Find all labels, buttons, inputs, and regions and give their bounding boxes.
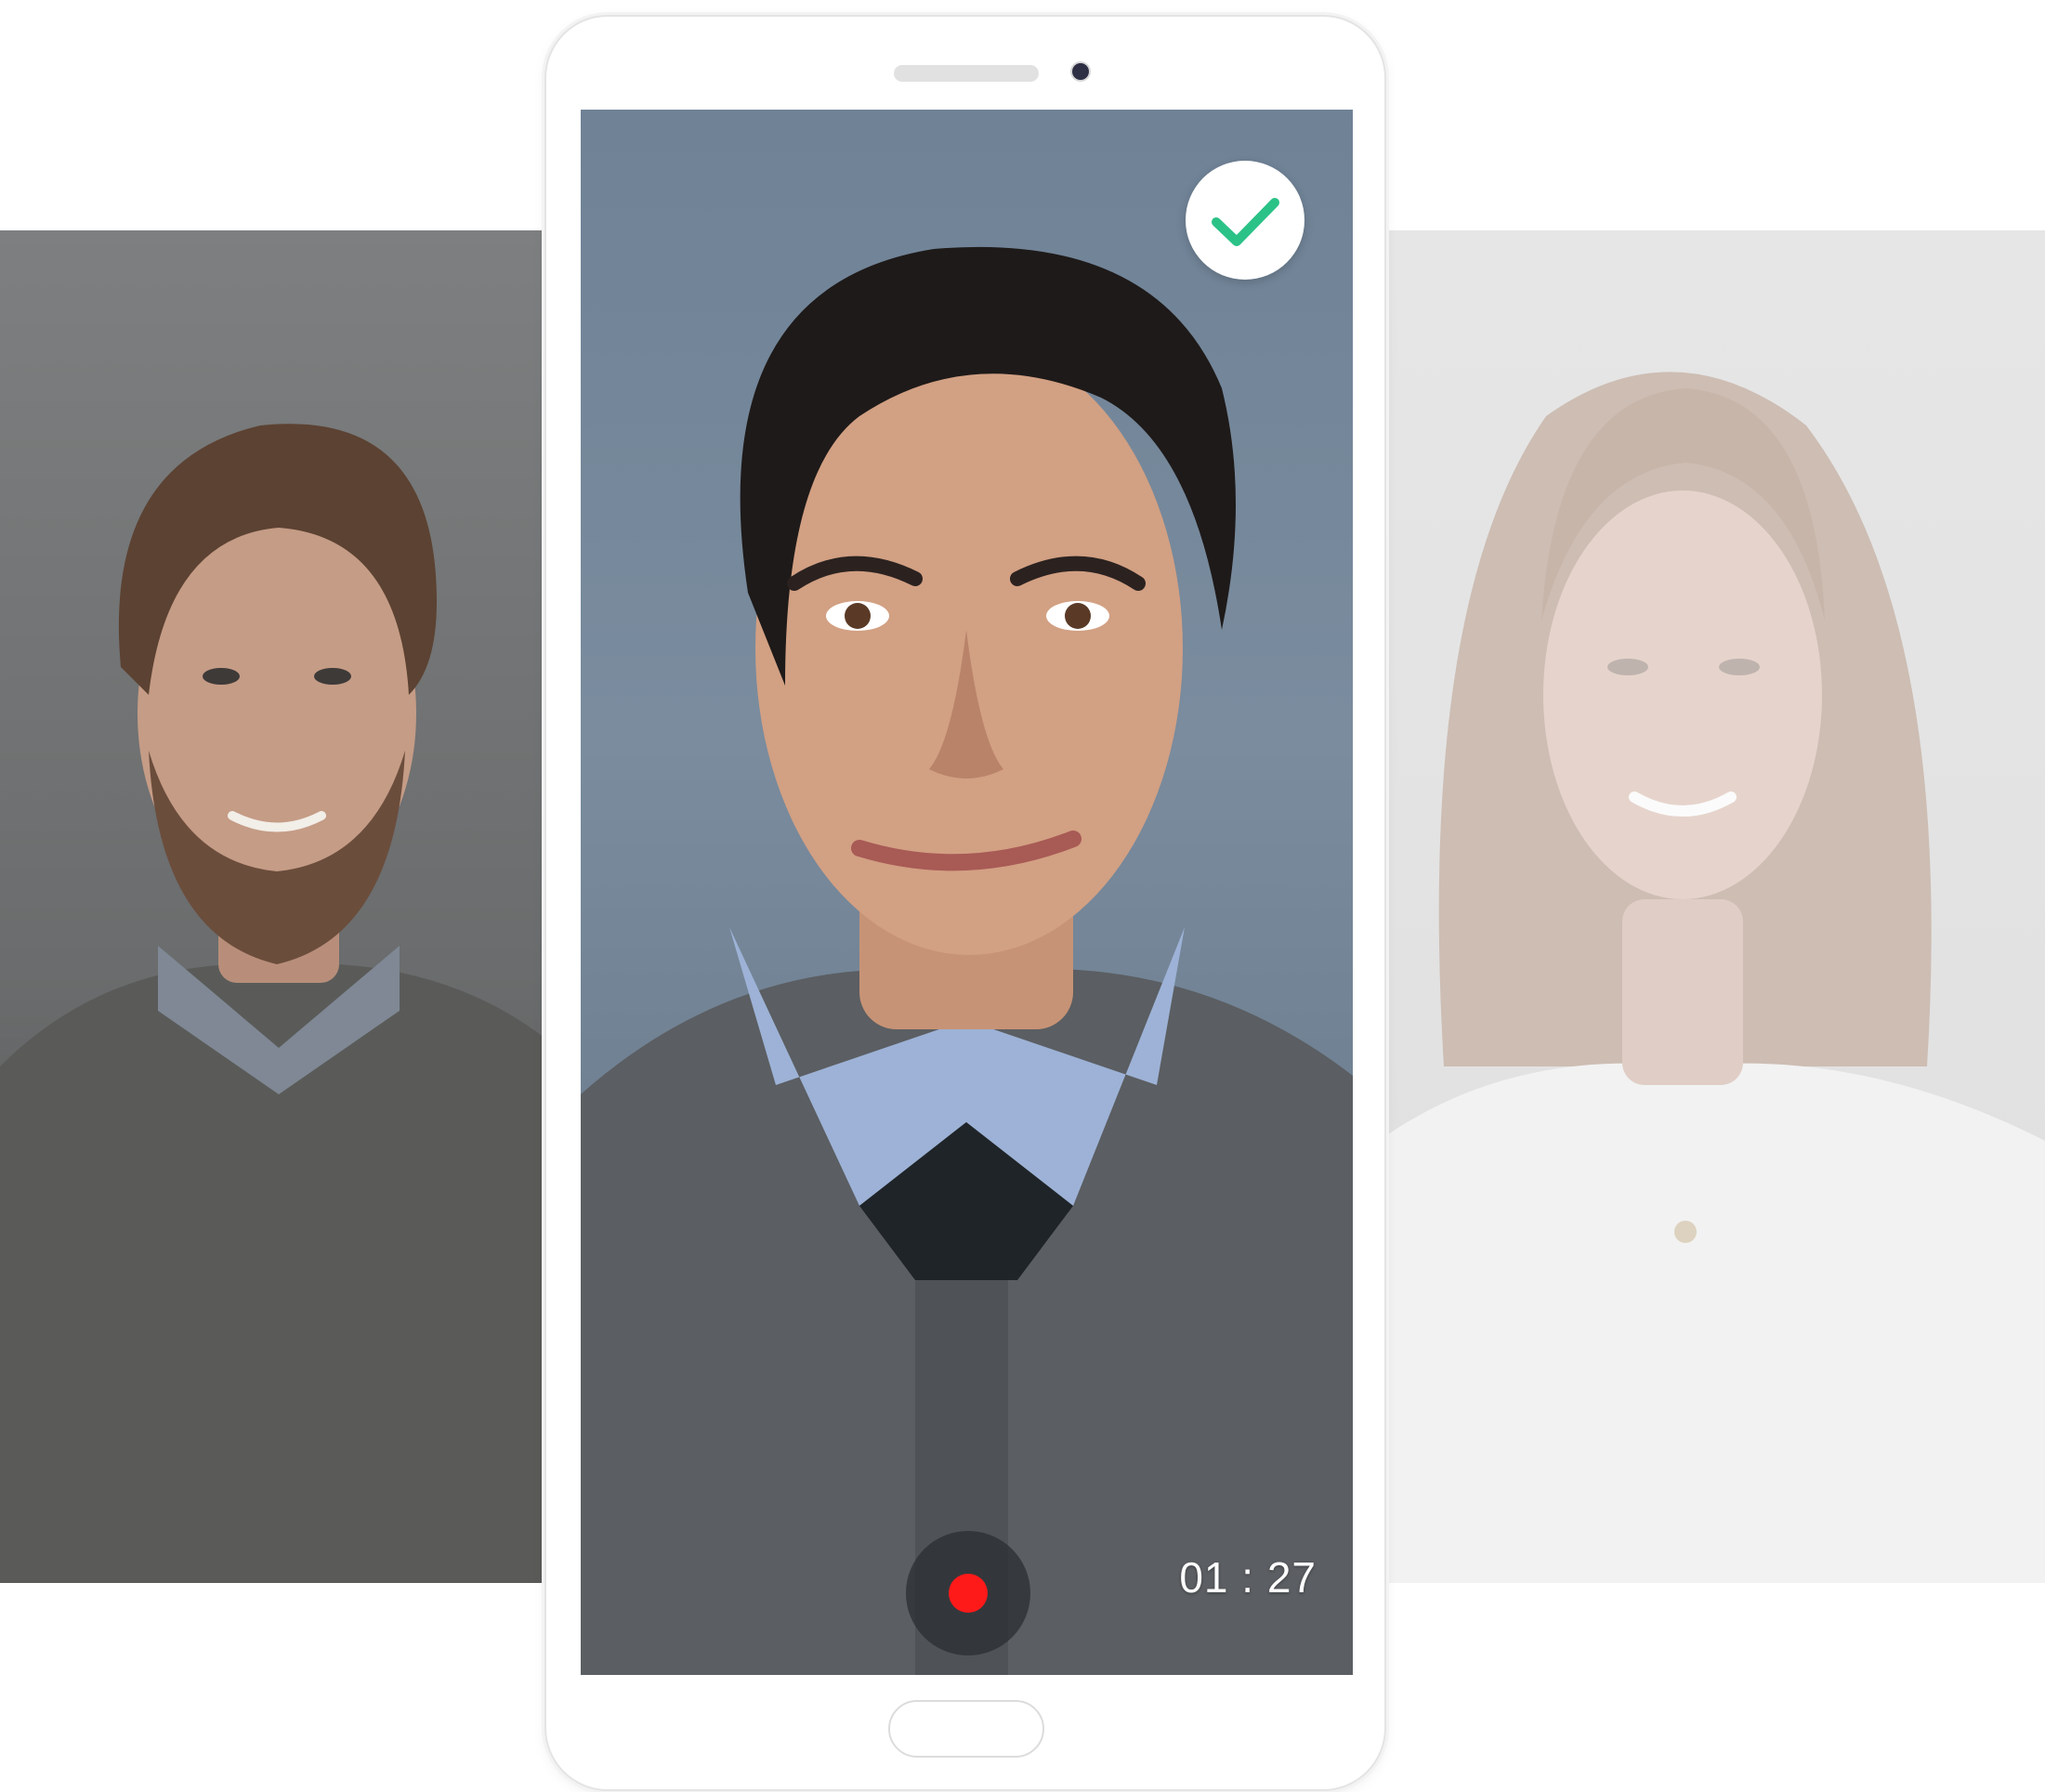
candidate-photo-right bbox=[1379, 372, 2045, 1583]
candidate-photo-left bbox=[0, 424, 557, 1583]
video-interview-showcase: 01 : 27 bbox=[0, 0, 2045, 1792]
candidate-video-feed bbox=[581, 246, 1353, 1675]
recording-timer: 01 : 27 bbox=[1179, 1553, 1317, 1602]
check-icon bbox=[1212, 198, 1279, 246]
home-button[interactable] bbox=[888, 1700, 1044, 1758]
record-dot-icon bbox=[949, 1574, 988, 1613]
candidate-card-right[interactable] bbox=[1379, 230, 2045, 1583]
phone-frame: 01 : 27 bbox=[546, 17, 1384, 1789]
front-camera-icon bbox=[1072, 63, 1089, 80]
candidate-card-left[interactable] bbox=[0, 230, 557, 1583]
phone-speaker bbox=[894, 65, 1039, 82]
video-recording-screen: 01 : 27 bbox=[581, 110, 1353, 1675]
verified-badge bbox=[1186, 161, 1304, 280]
record-button[interactable] bbox=[906, 1531, 1030, 1655]
